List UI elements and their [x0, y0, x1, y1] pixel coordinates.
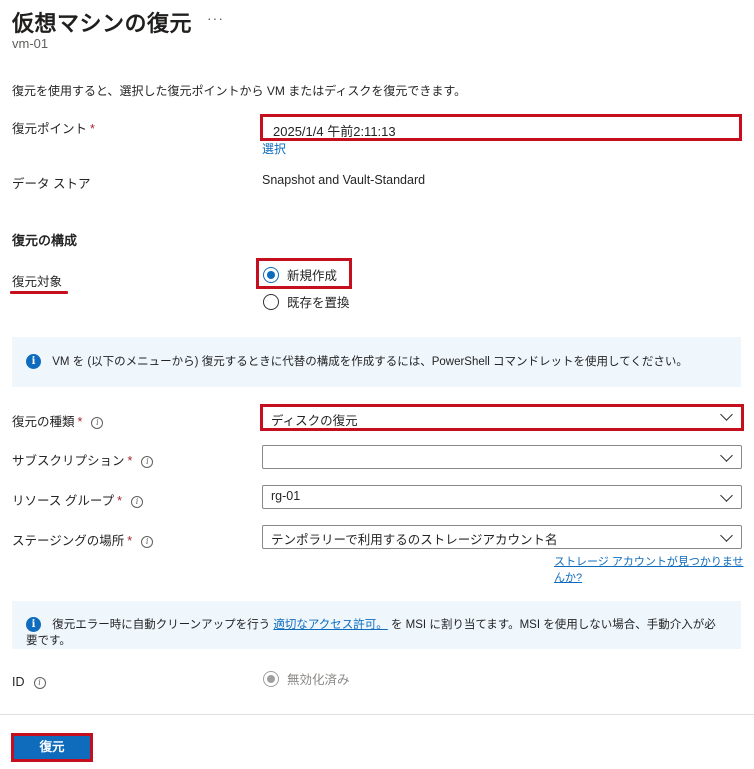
- identity-label: ID i: [12, 675, 46, 689]
- highlight-underline: [10, 291, 68, 294]
- info-icon: i: [26, 353, 41, 369]
- required-marker: *: [127, 454, 133, 468]
- restore-point-label: 復元ポイント *: [12, 118, 95, 137]
- info-bar-msi-text: 復元エラー時に自動クリーンアップを行う 適切なアクセス許可。 を MSI に割り…: [26, 619, 716, 647]
- required-marker: *: [77, 415, 83, 429]
- chevron-down-icon: [720, 489, 733, 502]
- page-subtitle: vm-01: [12, 36, 49, 51]
- subscription-label: サブスクリプション * i: [12, 450, 154, 469]
- resource-group-label: リソース グループ * i: [12, 490, 143, 509]
- more-options-icon[interactable]: ···: [207, 10, 224, 26]
- identity-option-label: 無効化済み: [287, 673, 350, 687]
- info-bar-msi-text-before: 復元エラー時に自動クリーンアップを行う: [52, 619, 271, 631]
- footer-divider: [0, 714, 754, 715]
- storage-account-missing-link[interactable]: ストレージ アカウントが見つかりませんか?: [554, 553, 754, 585]
- identity-label-text: ID: [12, 675, 25, 689]
- resource-group-value: rg-01: [271, 489, 301, 503]
- restore-target-label: 復元対象: [12, 275, 63, 289]
- info-bar-powershell: i VM を (以下のメニューから) 復元するときに代替の構成を作成するには、P…: [12, 337, 741, 387]
- datastore-value: Snapshot and Vault-Standard: [262, 173, 426, 187]
- access-permission-link[interactable]: 適切なアクセス許可。: [273, 619, 387, 631]
- required-marker: *: [127, 534, 133, 548]
- required-marker: *: [90, 122, 95, 136]
- info-icon: i: [26, 616, 41, 632]
- radio-create-new-label: 新規作成: [287, 269, 338, 283]
- subscription-label-text: サブスクリプション: [12, 454, 125, 468]
- staging-location-value: テンポラリーで利用するのストレージアカウント名: [271, 533, 558, 547]
- info-tooltip-icon[interactable]: i: [91, 417, 104, 429]
- radio-identity-disabled: 無効化済み: [263, 669, 350, 688]
- restore-type-dropdown[interactable]: ディスクの復元: [260, 404, 744, 431]
- datastore-label: データ ストア: [12, 177, 91, 191]
- restore-type-value: ディスクの復元: [271, 414, 358, 428]
- restore-config-heading: 復元の構成: [12, 233, 78, 248]
- subscription-dropdown[interactable]: [262, 445, 742, 469]
- radio-disabled-icon: [263, 670, 279, 687]
- restore-type-label-text: 復元の種類: [12, 415, 75, 429]
- staging-location-dropdown[interactable]: テンポラリーで利用するのストレージアカウント名: [262, 525, 742, 549]
- radio-replace-existing-label: 既存を置換: [287, 296, 350, 310]
- restore-point-label-text: 復元ポイント: [12, 122, 88, 136]
- restore-button[interactable]: 復元: [11, 733, 93, 762]
- restore-point-value: 2025/1/4 午前2:11:13: [273, 124, 396, 139]
- select-restore-point-link[interactable]: 選択: [262, 140, 286, 157]
- radio-unchecked-icon: [263, 293, 279, 310]
- resource-group-dropdown[interactable]: rg-01: [262, 485, 742, 509]
- radio-checked-icon: [263, 266, 279, 283]
- info-bar-powershell-text: VM を (以下のメニューから) 復元するときに代替の構成を作成するには、Pow…: [52, 356, 688, 368]
- resource-group-label-text: リソース グループ: [12, 494, 115, 508]
- restore-type-label: 復元の種類 * i: [12, 411, 104, 430]
- info-tooltip-icon[interactable]: i: [130, 496, 143, 508]
- info-bar-msi: i 復元エラー時に自動クリーンアップを行う 適切なアクセス許可。 を MSI に…: [12, 601, 741, 649]
- chevron-down-icon: [720, 408, 733, 421]
- info-tooltip-icon[interactable]: i: [141, 536, 154, 548]
- chevron-down-icon: [720, 449, 733, 462]
- chevron-down-icon: [720, 529, 733, 542]
- staging-location-label-text: ステージングの場所: [12, 534, 125, 548]
- info-tooltip-icon[interactable]: i: [141, 456, 154, 468]
- info-tooltip-icon[interactable]: i: [33, 677, 46, 689]
- radio-create-new[interactable]: 新規作成: [263, 265, 337, 284]
- page-title: 仮想マシンの復元: [12, 11, 193, 36]
- description-text: 復元を使用すると、選択した復元ポイントから VM またはディスクを復元できます。: [12, 84, 467, 98]
- radio-replace-existing[interactable]: 既存を置換: [263, 292, 350, 311]
- restore-point-field[interactable]: 2025/1/4 午前2:11:13: [260, 114, 742, 141]
- staging-location-label: ステージングの場所 * i: [12, 530, 154, 549]
- required-marker: *: [117, 494, 122, 508]
